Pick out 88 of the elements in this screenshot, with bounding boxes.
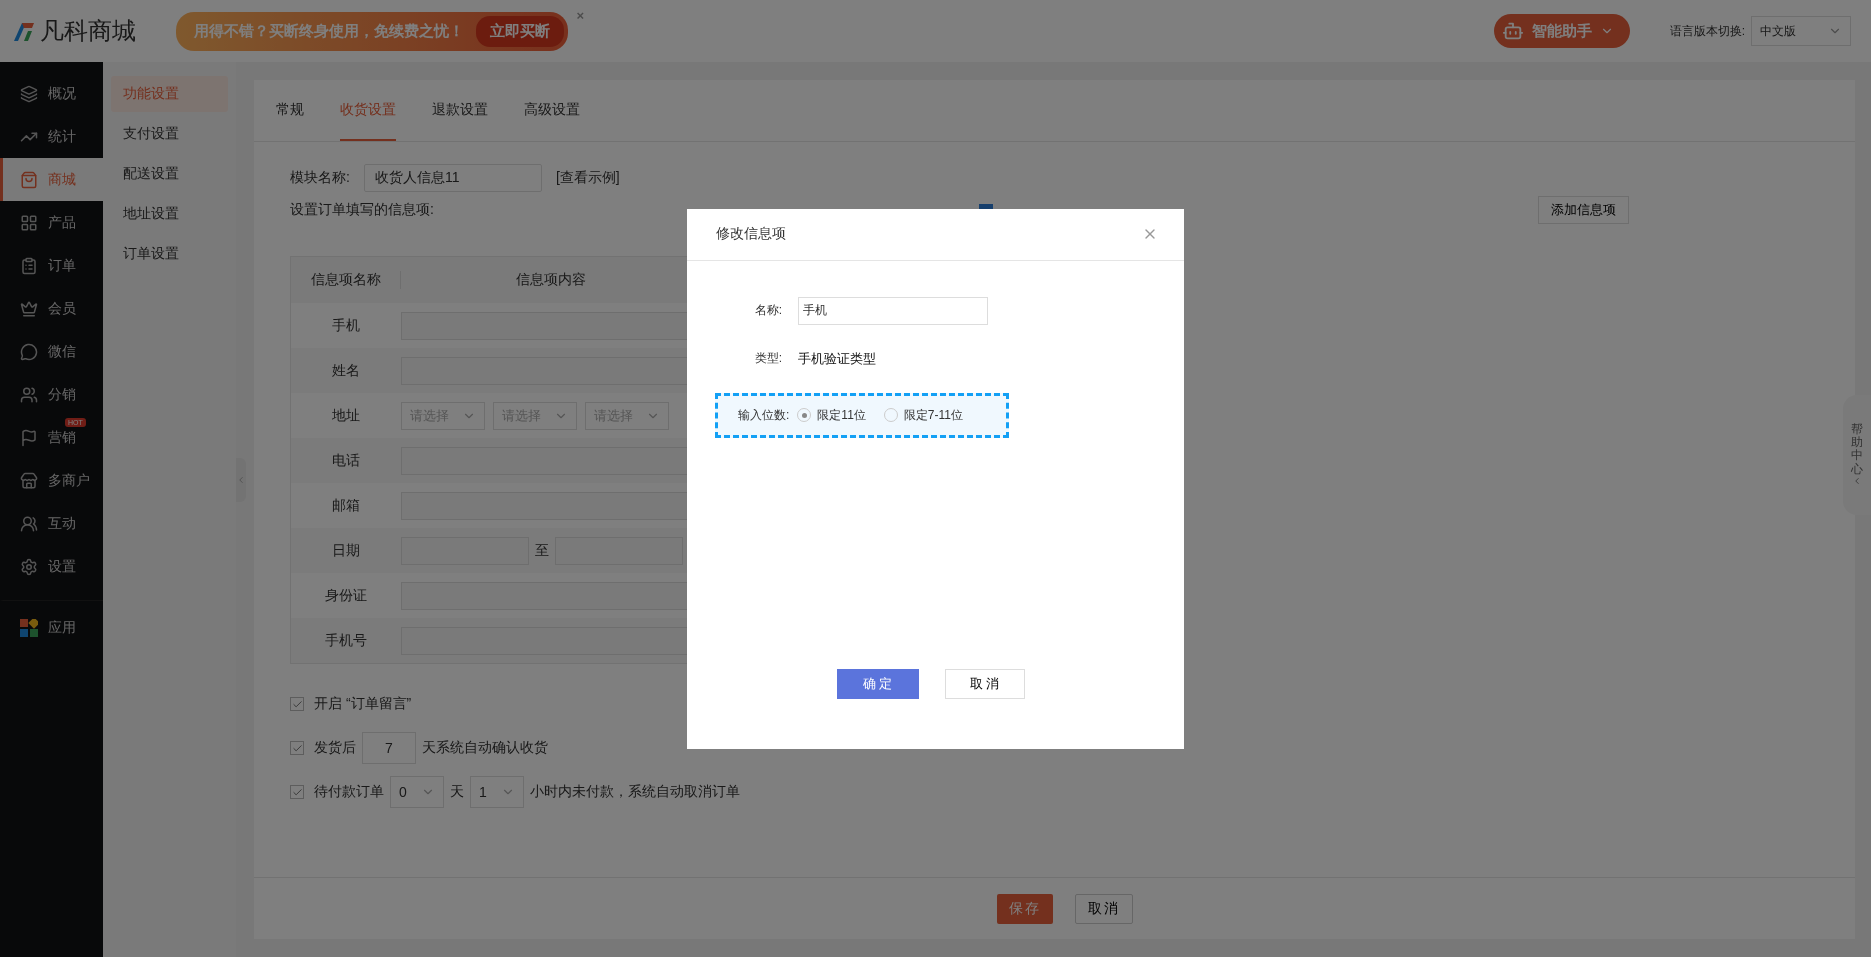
table-cell-text: 身份证 — [324, 586, 368, 605]
apps-icon — [20, 618, 38, 637]
field-label: 类型: — [753, 350, 782, 367]
logo[interactable]: 凡科商城 — [12, 15, 136, 47]
option-label: 小时内未付款，系统自动取消订单 — [530, 783, 740, 801]
sidebar-icon — [20, 385, 38, 404]
table-cell-text: 姓名 — [331, 361, 361, 380]
promo-text: 用得不错？买断终身使用，免续费之忧！ — [194, 21, 464, 41]
checkbox[interactable] — [290, 741, 304, 755]
hours-select[interactable]: 1 — [470, 776, 524, 808]
sidebar-icon — [20, 170, 38, 189]
assistant-button[interactable]: 智能助手 — [1493, 14, 1630, 48]
sidebar-item[interactable]: 产品 — [0, 201, 103, 244]
items-label: 设置订单填写的信息项: — [290, 201, 434, 219]
submenu-item[interactable]: 支付设置 — [111, 116, 228, 152]
check-icon — [291, 698, 303, 710]
dialog-title: 修改信息项 — [716, 225, 786, 243]
tab[interactable]: 退款设置 — [432, 80, 488, 141]
table-cell-text: 邮箱 — [331, 496, 361, 515]
module-name-input[interactable]: 收货人信息11 — [363, 164, 542, 192]
option-label: 开启 “订单留言” — [314, 695, 412, 713]
module-name-label: 模块名称: — [290, 169, 350, 187]
type-value: 手机验证类型 — [798, 349, 876, 368]
sidebar-item[interactable]: 概况 — [0, 72, 103, 115]
table-cell-text: 日期 — [331, 541, 361, 560]
sidebar-icon — [20, 428, 38, 447]
days-input[interactable]: 7 — [362, 732, 416, 764]
cancel-button[interactable]: 取消 — [1074, 893, 1133, 924]
table-cell-text: 电话 — [331, 451, 361, 470]
sidebar-icon — [20, 342, 38, 361]
submenu-item[interactable]: 配送设置 — [111, 156, 228, 192]
sidebar-icon — [20, 213, 38, 232]
option-label: 天系统自动确认收货 — [422, 739, 548, 757]
sidebar-icon — [20, 557, 38, 576]
submenu-item[interactable]: 功能设置 — [111, 76, 228, 112]
check-icon — [291, 742, 303, 754]
radio-label[interactable]: 限定7-11位 — [903, 406, 963, 424]
close-button[interactable]: × — [576, 7, 584, 23]
submenu-item[interactable]: 地址设置 — [111, 196, 228, 232]
sidebar-item[interactable]: 商城 — [0, 158, 103, 201]
collapse-handle[interactable] — [236, 457, 246, 502]
column-header: 信息项内容 — [515, 271, 587, 289]
name-input[interactable]: 手机 — [798, 296, 988, 325]
unit-label: 天 — [450, 783, 464, 801]
radio-label[interactable]: 限定11位 — [817, 406, 866, 424]
logo-text: 凡科商城 — [40, 16, 136, 46]
help-label: 帮助中心 — [1851, 423, 1863, 476]
sidebar-icon — [20, 256, 38, 275]
sidebar-item[interactable]: 订单 — [0, 244, 103, 287]
add-item-button[interactable]: 添加信息项 — [1538, 196, 1629, 224]
language-select[interactable]: 中文版 — [1751, 16, 1851, 46]
checkbox[interactable] — [290, 785, 304, 799]
option-label: 待付款订单 — [314, 783, 384, 801]
sidebar-item[interactable]: 多商户 — [0, 459, 103, 502]
table-cell-text: 手机号 — [324, 631, 368, 650]
buy-button[interactable]: 立即买断 — [476, 15, 564, 47]
table-cell-text: 地址 — [331, 406, 361, 425]
digits-label: 输入位数: — [738, 406, 790, 424]
chevron-left-icon — [1852, 475, 1862, 486]
chevron-left-icon — [236, 474, 246, 485]
sidebar-icon — [20, 514, 38, 533]
sidebar-icon — [20, 471, 38, 490]
sidebar-item[interactable]: 会员 — [0, 287, 103, 330]
sidebar-item[interactable]: 互动 — [0, 502, 103, 545]
checkbox[interactable] — [290, 697, 304, 711]
days-select[interactable]: 0 — [390, 776, 444, 808]
sidebar-item[interactable]: 设置 — [0, 545, 103, 588]
tab[interactable]: 常规 — [276, 80, 304, 141]
tab[interactable]: 收货设置 — [340, 80, 396, 141]
column-header: 信息项名称 — [291, 271, 401, 289]
table-cell-text: 手机 — [331, 316, 361, 335]
option-label: 发货后 — [314, 739, 356, 757]
save-button[interactable]: 保存 — [996, 893, 1053, 924]
cancel-button[interactable]: 取 消 — [944, 668, 1025, 699]
sidebar-item[interactable]: 统计 — [0, 115, 103, 158]
example-link[interactable]: [查看示例] — [555, 169, 620, 187]
check-icon — [291, 786, 303, 798]
robot-icon — [1501, 20, 1524, 42]
language-label: 语言版本切换: — [1669, 22, 1745, 40]
sidebar-item[interactable]: 微信 — [0, 330, 103, 373]
sidebar-item[interactable]: 分销 — [0, 373, 103, 416]
sidebar-icon — [20, 84, 38, 103]
range-separator: 至 — [535, 541, 549, 560]
tab[interactable]: 高级设置 — [524, 80, 580, 141]
sidebar-icon — [20, 299, 38, 318]
submenu-item[interactable]: 订单设置 — [111, 236, 228, 272]
confirm-button[interactable]: 确 定 — [836, 668, 919, 699]
field-label: 名称: — [753, 302, 782, 319]
